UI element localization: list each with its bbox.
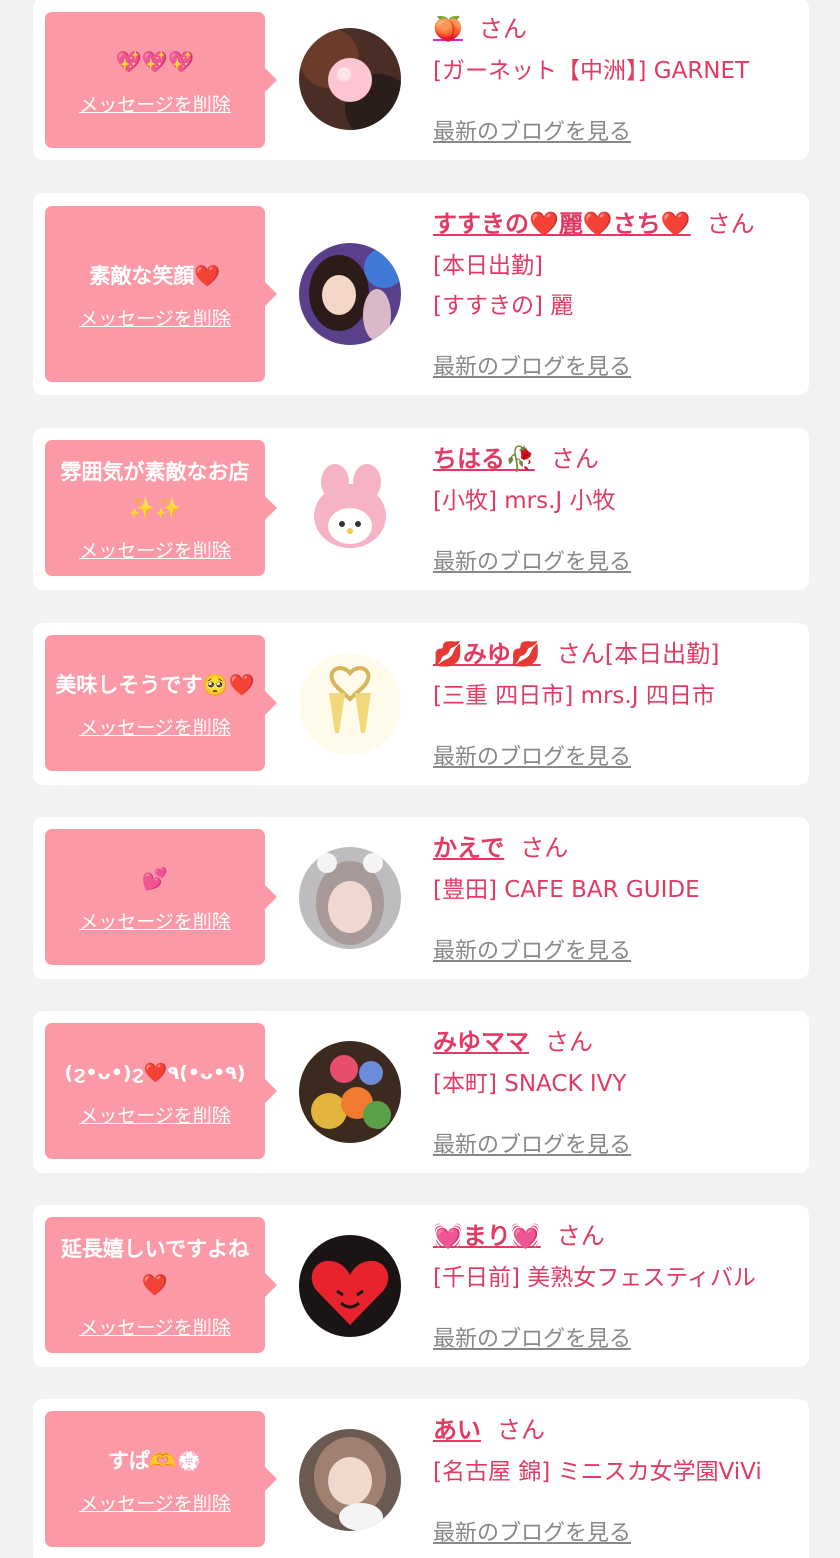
- latest-blog-link[interactable]: 最新のブログを見る: [433, 1127, 631, 1159]
- latest-blog-link[interactable]: 最新のブログを見る: [433, 114, 631, 146]
- avatar[interactable]: [299, 847, 401, 949]
- flower-stand-photo-icon: [299, 1041, 401, 1143]
- blurred-photo-icon: [299, 28, 401, 130]
- sender-name-link[interactable]: 💋みゆ💋: [433, 640, 541, 668]
- san-suffix: さん: [520, 834, 569, 862]
- san-suffix: さん: [556, 640, 605, 668]
- message-bubble: すぱ🫶💮 メッセージを削除: [45, 1411, 277, 1547]
- sender-name-link[interactable]: あい: [433, 1416, 481, 1444]
- delete-message-link[interactable]: メッセージを削除: [79, 1101, 231, 1128]
- shop-detail: [三重 四日市] mrs.J 四日市: [433, 683, 715, 709]
- sender-info: ちはる🥀 さん [小牧] mrs.J 小牧: [433, 442, 797, 516]
- sender-name-link[interactable]: みゆママ: [433, 1028, 529, 1056]
- photo-woman-icon: [299, 1429, 401, 1531]
- avatar[interactable]: [299, 28, 401, 130]
- message-bubble: 💕 メッセージを削除: [45, 829, 277, 965]
- message-text: 素敵な笑顔❤️: [89, 263, 221, 288]
- delete-message-link[interactable]: メッセージを削除: [79, 536, 231, 563]
- delete-message-link[interactable]: メッセージを削除: [79, 1489, 231, 1516]
- san-suffix: さん: [545, 1028, 593, 1056]
- attendance-status: [本日出勤]: [433, 253, 543, 279]
- latest-blog-link[interactable]: 最新のブログを見る: [433, 349, 631, 381]
- avatar[interactable]: [299, 243, 401, 345]
- message-bubble: 💖💖💖 メッセージを削除: [45, 12, 277, 148]
- sender-info: 🍑 さん [ガーネット【中洲】] GARNET: [433, 12, 797, 86]
- message-bubble: 延長嬉しいですよね❤️ メッセージを削除: [45, 1217, 277, 1353]
- pink-bunny-plush-icon: [299, 458, 401, 560]
- avatar[interactable]: [299, 653, 401, 755]
- san-suffix: さん: [550, 445, 599, 473]
- shop-detail: [小牧] mrs.J 小牧: [433, 488, 616, 514]
- champagne-glasses-icon: [299, 653, 401, 755]
- san-suffix: さん: [497, 1416, 545, 1444]
- shop-detail: [すすきの] 麗: [433, 293, 574, 319]
- delete-message-link[interactable]: メッセージを削除: [79, 304, 231, 331]
- shop-detail: [本町] SNACK IVY: [433, 1071, 627, 1097]
- message-text: 延長嬉しいですよね❤️: [60, 1236, 250, 1297]
- favorite-message-list: 💖💖💖 メッセージを削除 🍑 さん [ガーネット【中洲】] GARNET 最新のブ…: [0, 0, 840, 1558]
- delete-message-link[interactable]: メッセージを削除: [79, 713, 231, 740]
- sender-name-link[interactable]: すすきの❤️麗❤️さち❤️: [433, 210, 691, 238]
- sender-name-link[interactable]: 💓まり💓: [433, 1222, 541, 1250]
- red-heart-character-icon: [299, 1235, 401, 1337]
- message-card: 美味しそうです🥺❤️ メッセージを削除 💋みゆ💋 さん[本日出勤] [三重 四日市…: [33, 623, 809, 785]
- san-suffix: さん: [706, 210, 755, 238]
- sender-info: かえで さん [豊田] CAFE BAR GUIDE: [433, 831, 797, 905]
- avatar[interactable]: [299, 1235, 401, 1337]
- latest-blog-link[interactable]: 最新のブログを見る: [433, 1321, 631, 1353]
- san-suffix: さん: [556, 1222, 605, 1250]
- sender-info: すすきの❤️麗❤️さち❤️ さん [本日出勤] [すすきの] 麗: [433, 207, 797, 321]
- sender-name-link[interactable]: かえで: [433, 834, 504, 862]
- message-text: すぱ🫶💮: [107, 1448, 203, 1473]
- sender-info: みゆママ さん [本町] SNACK IVY: [433, 1025, 797, 1099]
- latest-blog-link[interactable]: 最新のブログを見る: [433, 1515, 631, 1547]
- delete-message-link[interactable]: メッセージを削除: [79, 90, 231, 117]
- message-bubble: (ϩ•ᴗ•)ϩ❤️٩(•ᴗ•٩) メッセージを削除: [45, 1023, 277, 1159]
- avatar[interactable]: [299, 458, 401, 560]
- sender-info: あい さん [名古屋 錦] ミニスカ女学園ViVi: [433, 1413, 797, 1487]
- shop-detail: [豊田] CAFE BAR GUIDE: [433, 877, 700, 903]
- message-card: (ϩ•ᴗ•)ϩ❤️٩(•ᴗ•٩) メッセージを削除 みゆママ さん [本町] SN…: [33, 1011, 809, 1173]
- message-card: すぱ🫶💮 メッセージを削除 あい さん [名古屋 錦] ミニスカ女学園ViVi 最…: [33, 1399, 809, 1558]
- avatar[interactable]: [299, 1041, 401, 1143]
- sender-name-link[interactable]: 🍑: [433, 15, 463, 43]
- san-suffix: さん: [478, 15, 527, 43]
- message-bubble: 雰囲気が素敵なお店✨✨ メッセージを削除: [45, 440, 277, 576]
- shop-detail: [ガーネット【中洲】] GARNET: [433, 58, 750, 84]
- shop-detail: [名古屋 錦] ミニスカ女学園ViVi: [433, 1459, 762, 1485]
- message-text: (ϩ•ᴗ•)ϩ❤️٩(•ᴗ•٩): [64, 1061, 246, 1084]
- message-card: 雰囲気が素敵なお店✨✨ メッセージを削除 ちはる🥀 さん [小牧] mrs.J 小…: [33, 428, 809, 590]
- latest-blog-link[interactable]: 最新のブログを見る: [433, 739, 631, 771]
- message-card: 延長嬉しいですよね❤️ メッセージを削除 💓まり💓 さん [千日前] 美熟女フェス…: [33, 1205, 809, 1367]
- message-text: 美味しそうです🥺❤️: [55, 672, 255, 697]
- message-text: 雰囲気が素敵なお店✨✨: [60, 459, 250, 520]
- latest-blog-link[interactable]: 最新のブログを見る: [433, 544, 631, 576]
- attendance-status: [本日出勤]: [604, 640, 720, 668]
- shop-detail: [千日前] 美熟女フェスティバル: [433, 1265, 756, 1291]
- message-card: 素敵な笑顔❤️ メッセージを削除 すすきの❤️麗❤️さち❤️ さん [本日出勤] …: [33, 193, 809, 395]
- message-bubble: 素敵な笑顔❤️ メッセージを削除: [45, 206, 277, 382]
- delete-message-link[interactable]: メッセージを削除: [79, 1313, 231, 1340]
- sender-name-link[interactable]: ちはる🥀: [433, 445, 535, 473]
- message-text: 💕: [141, 866, 169, 891]
- photo-woman-icon: [299, 243, 401, 345]
- message-text: 💖💖💖: [115, 49, 195, 74]
- delete-message-link[interactable]: メッセージを削除: [79, 907, 231, 934]
- message-bubble: 美味しそうです🥺❤️ メッセージを削除: [45, 635, 277, 771]
- sender-info: 💓まり💓 さん [千日前] 美熟女フェスティバル: [433, 1219, 797, 1293]
- sender-info: 💋みゆ💋 さん[本日出勤] [三重 四日市] mrs.J 四日市: [433, 637, 797, 711]
- photo-woman-icon: [299, 847, 401, 949]
- latest-blog-link[interactable]: 最新のブログを見る: [433, 933, 631, 965]
- avatar[interactable]: [299, 1429, 401, 1531]
- message-card: 💖💖💖 メッセージを削除 🍑 さん [ガーネット【中洲】] GARNET 最新のブ…: [33, 0, 809, 160]
- message-card: 💕 メッセージを削除 かえで さん [豊田] CAFE BAR GUIDE 最新の…: [33, 817, 809, 979]
